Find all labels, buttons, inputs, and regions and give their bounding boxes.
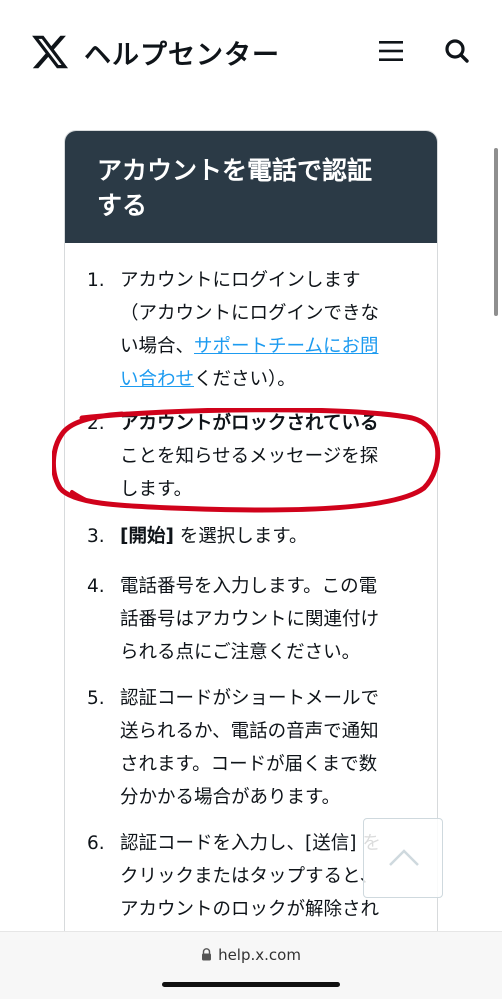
- home-indicator[interactable]: [162, 982, 340, 987]
- support-team-link[interactable]: サポートチームにお問: [194, 336, 378, 357]
- chevron-up-icon: [389, 849, 419, 866]
- search-icon[interactable]: [444, 38, 470, 64]
- step-number: 3.: [87, 526, 105, 547]
- step-text: 認証コードがショートメールで 送られるか、電話の音声で通知 されます。コードが届…: [120, 688, 380, 808]
- lock-icon: [202, 948, 212, 961]
- step-text: 電話番号を入力します。この電 話番号はアカウントに関連付け られる点にご注意くだ…: [120, 576, 380, 663]
- url-text: help.x.com: [218, 946, 301, 964]
- site-header: ヘルプセンター: [0, 0, 502, 108]
- support-team-link-cont[interactable]: い合わせ: [120, 369, 194, 390]
- step-number: 2.: [87, 413, 105, 434]
- site-title[interactable]: ヘルプセンター: [84, 33, 280, 72]
- address-bar[interactable]: help.x.com: [0, 946, 502, 964]
- step-number: 6.: [87, 833, 105, 854]
- step-text: [開始] を選択します。: [120, 526, 308, 547]
- article-title: アカウントを電話で認証 する: [97, 156, 373, 220]
- x-logo-icon[interactable]: [30, 32, 70, 72]
- step-number: 5.: [87, 688, 105, 709]
- article-header: アカウントを電話で認証 する: [65, 131, 437, 243]
- step-text: アカウントにログインします （アカウントにログインできな い場合、サポートチーム…: [120, 270, 380, 390]
- step-number: 4.: [87, 576, 105, 597]
- step-text: アカウントがロックされている ことを知らせるメッセージを探 します。: [120, 413, 379, 500]
- browser-bottom-bar: help.x.com: [0, 931, 502, 999]
- page-scrollbar[interactable]: [494, 148, 498, 316]
- menu-icon[interactable]: [378, 38, 404, 64]
- back-to-top-button[interactable]: [363, 818, 443, 898]
- step-number: 1.: [87, 270, 105, 291]
